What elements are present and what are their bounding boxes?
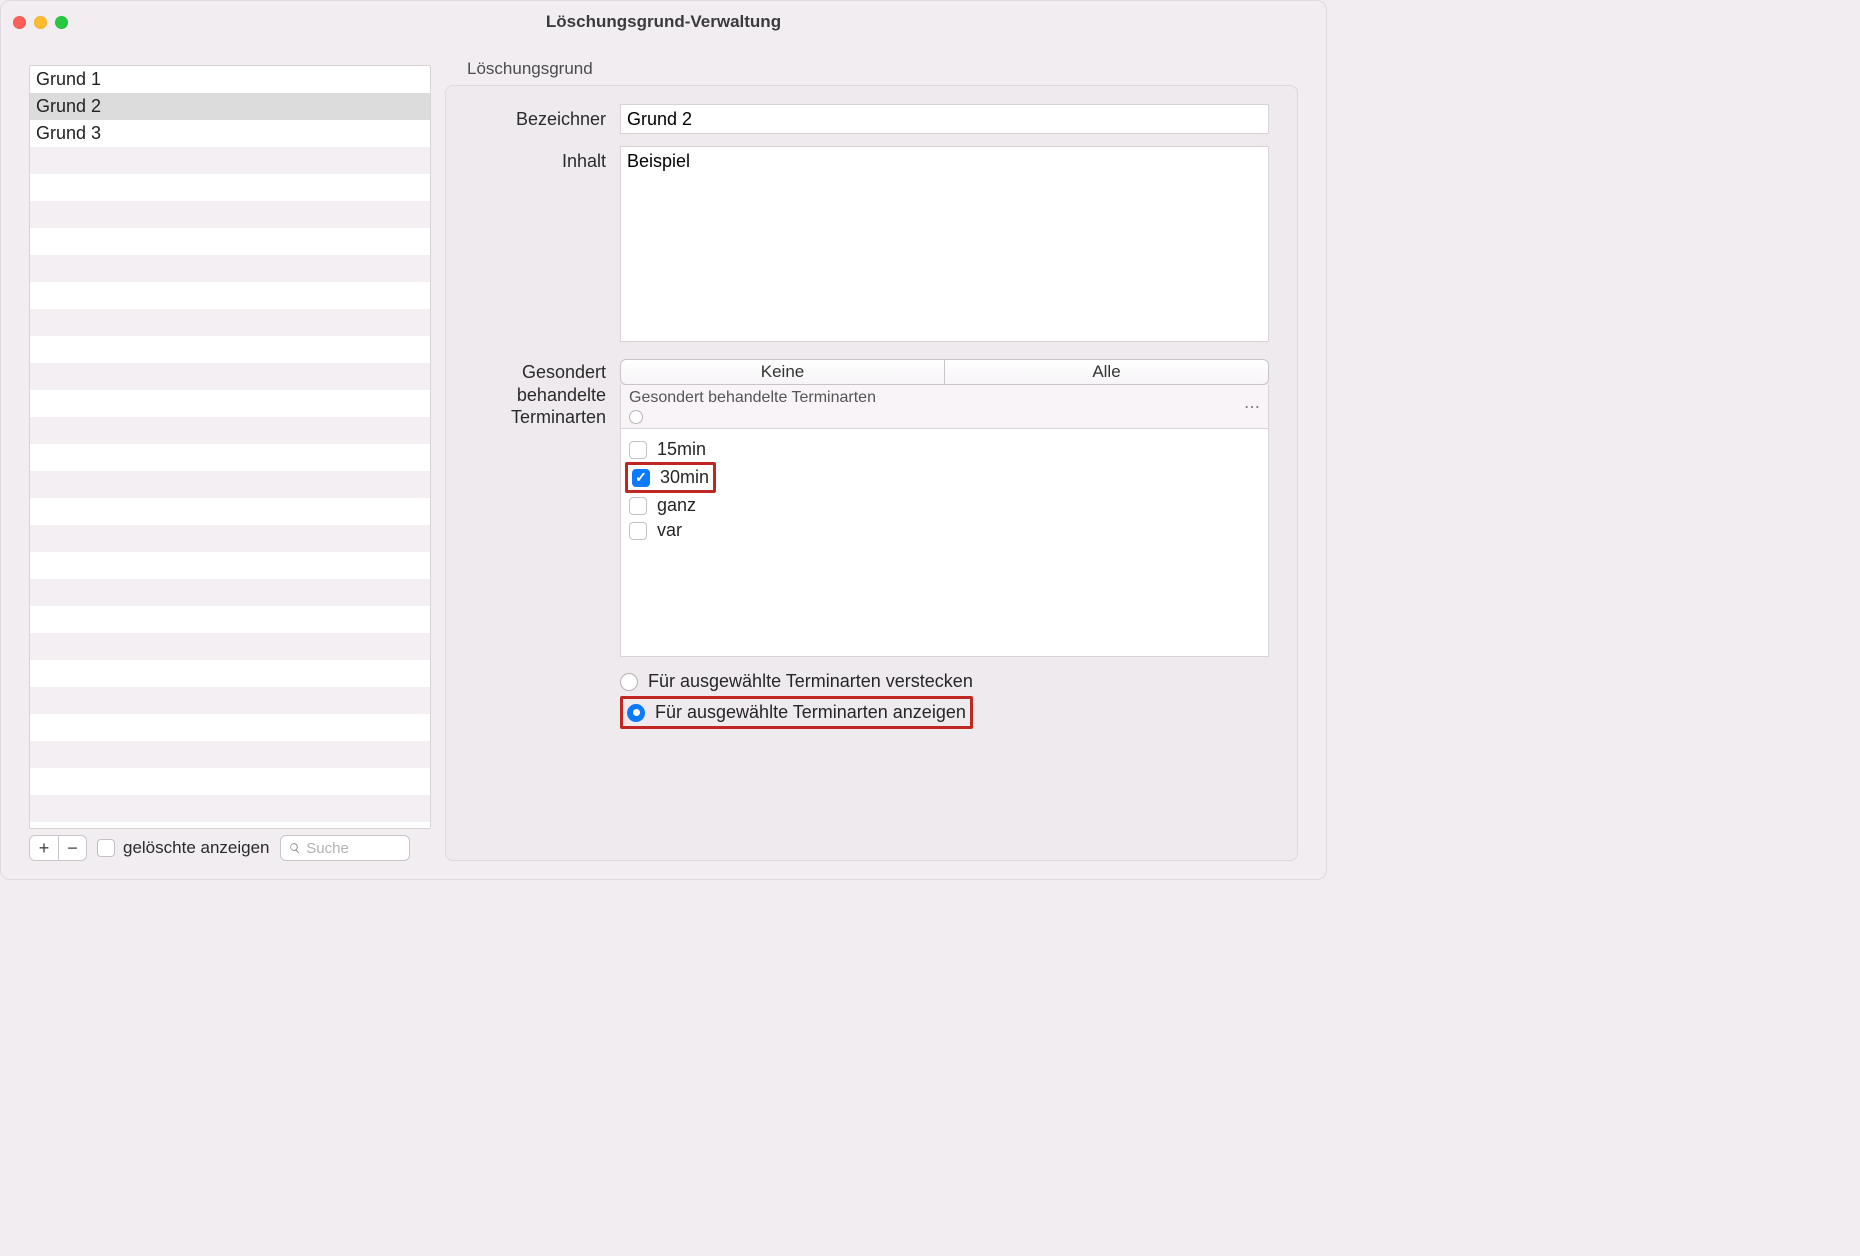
terminart-label: ganz (657, 495, 696, 516)
window: Löschungsgrund-Verwaltung Grund 1Grund 2… (0, 0, 1327, 880)
add-button[interactable]: + (30, 836, 58, 860)
terminart-label: 15min (657, 439, 706, 460)
list-item[interactable] (30, 525, 430, 552)
zoom-window-button[interactable] (55, 16, 68, 29)
radio-show-label: Für ausgewählte Terminarten anzeigen (655, 702, 966, 723)
terminart-checkbox[interactable]: ✓ (632, 469, 650, 487)
more-icon[interactable]: ⋯ (1244, 397, 1260, 417)
terminarten-label: Gesondert behandelte Terminarten (474, 359, 620, 429)
segment-keine[interactable]: Keine (621, 360, 944, 384)
list-item[interactable] (30, 201, 430, 228)
terminart-checkbox[interactable] (629, 441, 647, 459)
terminart-row[interactable]: ganz (625, 493, 1264, 518)
terminart-checkbox[interactable] (629, 522, 647, 540)
terminart-label: var (657, 520, 682, 541)
list-item[interactable] (30, 390, 430, 417)
list-item[interactable] (30, 147, 430, 174)
list-item[interactable] (30, 714, 430, 741)
terminart-row[interactable]: ✓ 30min (625, 462, 1264, 493)
radio-show-dot[interactable] (627, 704, 645, 722)
terminart-label: 30min (660, 467, 709, 488)
list-item[interactable] (30, 768, 430, 795)
list-item[interactable] (30, 660, 430, 687)
list-item[interactable] (30, 795, 430, 822)
detail-panel-wrapper: Löschungsgrund Bezeichner Inhalt Gesonde… (445, 65, 1298, 861)
radio-hide-dot[interactable] (620, 673, 638, 691)
radio-hide-label: Für ausgewählte Terminarten verstecken (648, 671, 973, 692)
window-title: Löschungsgrund-Verwaltung (1, 12, 1326, 32)
detail-panel: Bezeichner Inhalt Gesondert behandelte T… (445, 85, 1298, 861)
list-item[interactable] (30, 606, 430, 633)
list-item[interactable] (30, 255, 430, 282)
inhalt-textarea[interactable] (620, 146, 1269, 342)
filter-header-text: Gesondert behandelte Terminarten (629, 389, 876, 407)
show-deleted-checkbox-box[interactable] (97, 839, 115, 857)
terminarten-filter-header: Gesondert behandelte Terminarten ⋯ (620, 385, 1269, 429)
show-deleted-label: gelöschte anzeigen (123, 838, 270, 858)
filter-scope-radio[interactable] (629, 410, 643, 424)
show-deleted-checkbox[interactable]: gelöschte anzeigen (97, 838, 270, 858)
list-item[interactable] (30, 471, 430, 498)
titlebar: Löschungsgrund-Verwaltung (1, 1, 1326, 43)
remove-button[interactable]: − (58, 836, 86, 860)
list-item[interactable] (30, 741, 430, 768)
terminart-row[interactable]: var (625, 518, 1264, 543)
list-item[interactable] (30, 363, 430, 390)
list-item[interactable] (30, 687, 430, 714)
grund-list[interactable]: Grund 1Grund 2Grund 3 (29, 65, 431, 829)
list-item[interactable] (30, 282, 430, 309)
list-item[interactable]: Grund 1 (30, 66, 430, 93)
list-item[interactable] (30, 552, 430, 579)
inhalt-label: Inhalt (474, 146, 620, 173)
search-input[interactable] (306, 840, 400, 857)
list-item[interactable] (30, 309, 430, 336)
list-item[interactable] (30, 444, 430, 471)
bezeichner-input[interactable] (620, 104, 1269, 134)
minimize-window-button[interactable] (34, 16, 47, 29)
terminart-checkbox[interactable] (629, 497, 647, 515)
list-item[interactable] (30, 579, 430, 606)
list-item[interactable]: Grund 3 (30, 120, 430, 147)
list-item[interactable] (30, 498, 430, 525)
detail-group-title: Löschungsgrund (467, 59, 1298, 79)
keine-alle-segment: Keine Alle (620, 359, 1269, 385)
list-item[interactable] (30, 336, 430, 363)
traffic-lights (13, 16, 68, 29)
add-remove-segment: + − (29, 835, 87, 861)
close-window-button[interactable] (13, 16, 26, 29)
search-field[interactable] (280, 835, 410, 861)
sidebar: Grund 1Grund 2Grund 3 + − gelöschte anze… (29, 65, 431, 861)
terminarten-checklist[interactable]: 15min ✓ 30min ganz var (620, 429, 1269, 657)
radio-hide[interactable]: Für ausgewählte Terminarten verstecken (620, 667, 1269, 696)
terminart-row[interactable]: 15min (625, 437, 1264, 462)
list-item[interactable] (30, 228, 430, 255)
list-item[interactable]: Grund 2 (30, 93, 430, 120)
radio-show[interactable]: Für ausgewählte Terminarten anzeigen (620, 696, 973, 729)
segment-alle[interactable]: Alle (944, 360, 1268, 384)
list-item[interactable] (30, 633, 430, 660)
list-item[interactable] (30, 174, 430, 201)
list-item[interactable] (30, 417, 430, 444)
search-icon (289, 841, 301, 855)
bezeichner-label: Bezeichner (474, 104, 620, 131)
